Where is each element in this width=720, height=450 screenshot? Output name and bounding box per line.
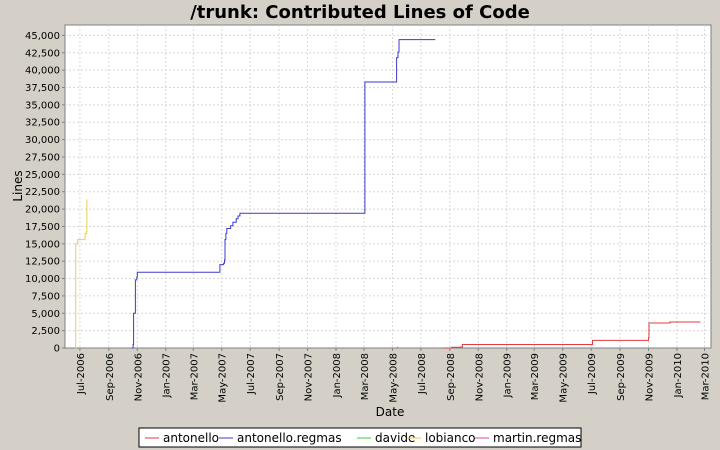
y-tick-label: 2,500 bbox=[31, 326, 60, 337]
y-tick-label: 17,500 bbox=[25, 222, 60, 233]
legend-label-antonello: antonello bbox=[163, 431, 219, 445]
y-tick-label: 40,000 bbox=[25, 66, 60, 77]
y-tick-label: 10,000 bbox=[25, 274, 60, 285]
x-tick-label: Mar-2008 bbox=[360, 353, 371, 400]
y-tick-label: 20,000 bbox=[25, 205, 60, 216]
x-tick-label: Sep-2009 bbox=[616, 353, 627, 401]
x-tick-label: Jul-2007 bbox=[246, 353, 257, 395]
y-axis: 0 2,500 5,000 7,500 10,000 12,500 15,000 17,500… bbox=[25, 31, 65, 355]
y-tick-label: 42,500 bbox=[25, 48, 60, 59]
x-axis: Jul-2006 Sep-2006 Nov-2006 Jan-2007 Mar-2007… bbox=[76, 348, 711, 403]
y-tick-label: 5,000 bbox=[31, 309, 60, 320]
x-tick-label: Jan-2007 bbox=[162, 353, 173, 398]
x-tick-label: Sep-2007 bbox=[275, 353, 286, 401]
y-tick-label: 37,500 bbox=[25, 83, 60, 94]
x-tick-label: Jan-2009 bbox=[503, 353, 514, 398]
legend: antonello antonello.regmas davide lobianco m… bbox=[138, 427, 582, 448]
x-tick-label: May-2009 bbox=[559, 353, 570, 403]
y-tick-label: 35,000 bbox=[25, 100, 60, 111]
y-tick-label: 27,500 bbox=[25, 152, 60, 163]
x-tick-label: Mar-2007 bbox=[189, 353, 200, 400]
x-tick-label: Jul-2008 bbox=[417, 353, 428, 395]
x-tick-label: Nov-2009 bbox=[644, 353, 655, 401]
x-tick-label: May-2008 bbox=[388, 353, 399, 403]
x-tick-label: Sep-2008 bbox=[446, 353, 457, 401]
y-tick-label: 45,000 bbox=[25, 31, 60, 42]
y-axis-label: Lines bbox=[11, 170, 25, 201]
x-tick-label: Jan-2010 bbox=[673, 353, 684, 398]
legend-label-antonello-regmas: antonello.regmas bbox=[237, 431, 342, 445]
x-tick-label: Sep-2006 bbox=[105, 353, 116, 401]
y-tick-label: 32,500 bbox=[25, 118, 60, 129]
legend-label-martin-regmas: martin.regmas bbox=[493, 431, 581, 445]
y-tick-label: 25,000 bbox=[25, 170, 60, 181]
y-tick-label: 7,500 bbox=[31, 291, 60, 302]
y-tick-label: 15,000 bbox=[25, 239, 60, 250]
x-tick-label: Nov-2006 bbox=[133, 353, 144, 401]
x-tick-label: May-2007 bbox=[218, 353, 229, 403]
x-tick-label: Mar-2010 bbox=[700, 353, 711, 400]
x-tick-label: Jul-2006 bbox=[76, 353, 87, 395]
x-tick-label: Mar-2009 bbox=[530, 353, 541, 400]
x-axis-label: Date bbox=[376, 405, 405, 419]
y-tick-label: 0 bbox=[54, 344, 60, 355]
chart-title: /trunk: Contributed Lines of Code bbox=[190, 2, 530, 23]
legend-label-lobianco: lobianco bbox=[425, 431, 476, 445]
x-tick-label: Jan-2008 bbox=[332, 353, 343, 398]
y-tick-label: 12,500 bbox=[25, 257, 60, 268]
x-tick-label: Jul-2009 bbox=[587, 353, 598, 395]
x-tick-label: Nov-2007 bbox=[304, 353, 315, 401]
x-tick-label: Nov-2008 bbox=[474, 353, 485, 401]
y-tick-label: 22,500 bbox=[25, 187, 60, 198]
plot-area bbox=[64, 24, 712, 349]
y-tick-label: 30,000 bbox=[25, 135, 60, 146]
chart: /trunk: Contributed Lines of Code 0 2,500… bbox=[11, 2, 712, 448]
